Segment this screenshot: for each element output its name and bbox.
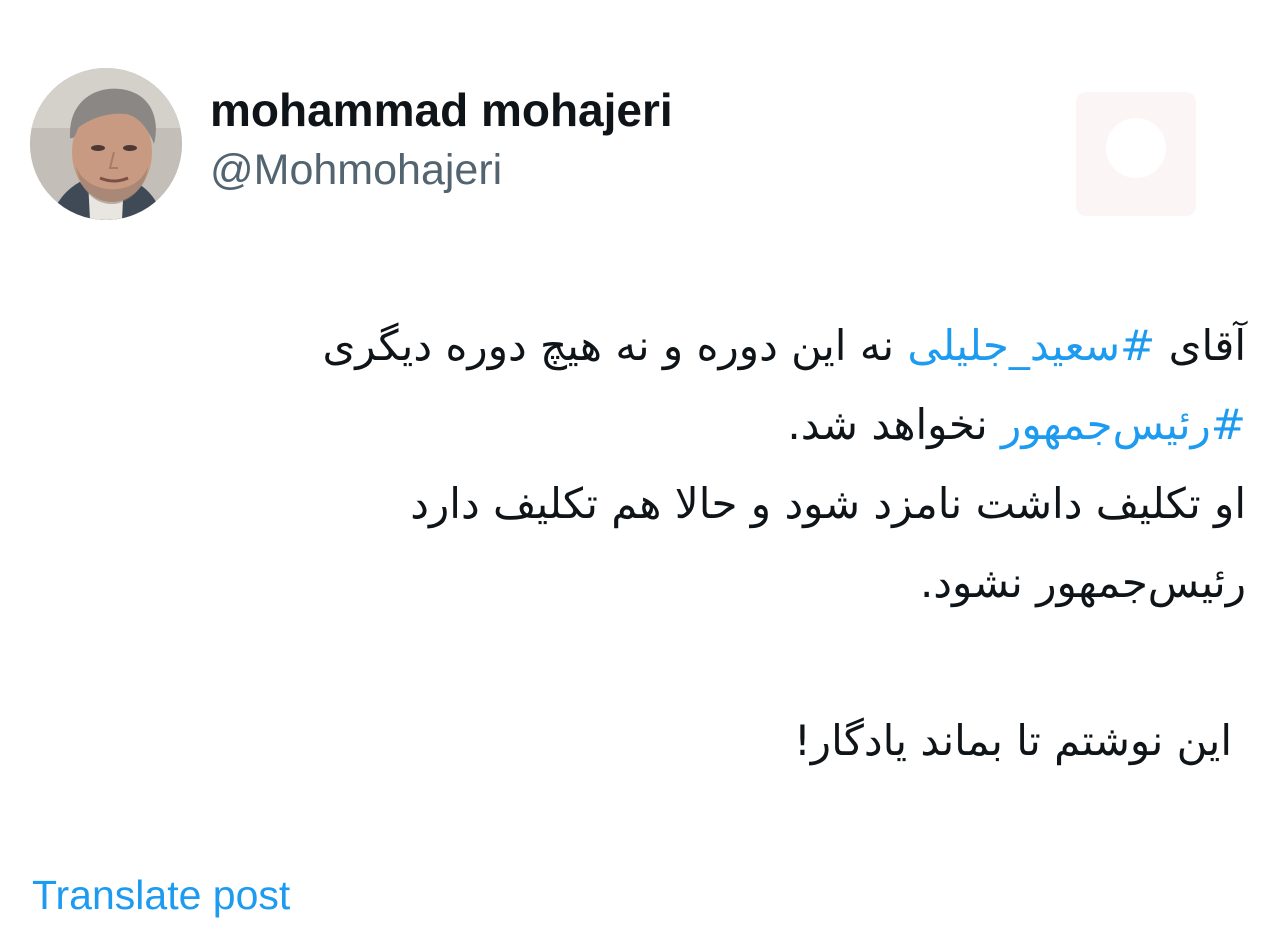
tweet-line: او تکلیف داشت نامزد شود و حالا هم تکلیف … [410,479,1246,528]
tweet-line: آقای #سعید_جلیلی نه این دوره و نه هیچ دو… [66,306,1246,385]
hashtag-president[interactable]: #رئیس‌جمهور [1001,400,1246,449]
tweet-line: رئیس‌جمهور نشود. [919,558,1246,607]
tweet-body: آقای #سعید_جلیلی نه این دوره و نه هیچ دو… [66,306,1246,780]
hashtag-saeed-jalili[interactable]: #سعید_جلیلی [907,321,1155,370]
line-break [66,622,1246,701]
author-display-name[interactable]: mohammad mohajeri [210,82,673,138]
profile-photo-icon [30,68,182,220]
watermark-logo-icon [1076,92,1196,216]
author-handle[interactable]: @Mohmohajeri [210,142,673,198]
tweet-line: #رئیس‌جمهور نخواهد شد. [66,385,1246,464]
tweet-text-segment: نه این دوره و نه هیچ دوره دیگری [322,321,908,370]
tweet-text-segment: آقای [1155,321,1246,370]
tweet-line: این نوشتم تا بماند یادگار! [793,716,1232,765]
translate-post-link[interactable]: Translate post [32,866,290,924]
tweet-text-segment: نخواهد شد. [787,400,1002,449]
author-names: mohammad mohajeri @Mohmohajeri [210,82,673,198]
tweet-header: mohammad mohajeri @Mohmohajeri [30,68,1250,220]
avatar[interactable] [30,68,182,220]
